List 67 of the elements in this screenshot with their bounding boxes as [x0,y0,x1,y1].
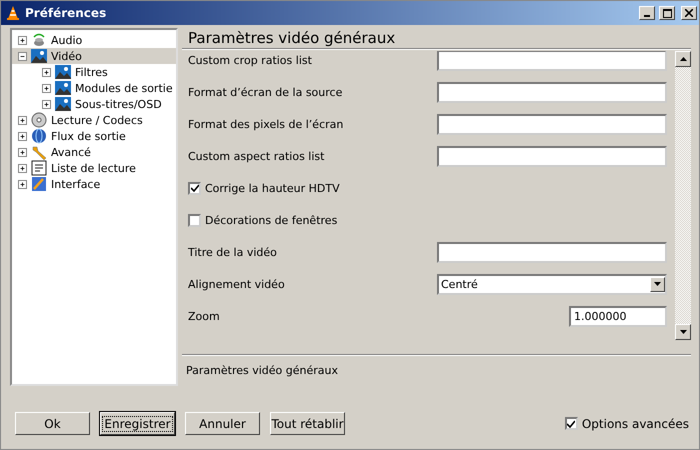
tree-item[interactable]: Avancé [12,144,176,160]
expand-icon[interactable] [18,132,27,140]
checkbox[interactable] [188,182,201,194]
dropdown[interactable]: Centré [437,274,667,294]
list-icon [31,160,47,176]
dialog-button[interactable]: Annuler [185,412,260,435]
expand-icon[interactable] [42,84,51,92]
tree-item[interactable]: Sous-titres/OSD [12,96,176,112]
dialog-button[interactable]: Enregistrer [100,412,175,435]
dialog-button[interactable]: Ok [15,412,90,435]
dialog-button[interactable]: Tout rétablir [270,412,345,435]
landscape-icon [55,64,71,80]
expand-icon[interactable] [18,180,27,188]
pencil-icon [31,176,47,192]
tree-item[interactable]: Filtres [12,64,176,80]
setting-label: Alignement vidéo [188,278,286,290]
caret-icon [654,282,661,286]
down-arrow-icon[interactable] [680,330,686,334]
number-field[interactable]: 1.000000 [569,306,667,326]
description-text: Paramètres vidéo généraux [186,364,338,377]
tree-item[interactable]: Vidéo [12,48,176,64]
landscape-icon [55,80,71,96]
expand-icon[interactable] [18,36,27,44]
minimize-button[interactable] [639,6,655,20]
checkbox-label: Options avancées [582,416,689,430]
speaker-icon [31,32,47,48]
input-field[interactable] [437,114,667,134]
window-title: Préférences [25,6,108,20]
expand-icon[interactable] [18,164,27,172]
close-icon [685,9,693,17]
tree-item[interactable]: Lecture / Codecs [12,112,176,128]
globe-icon [31,128,47,144]
expand-icon[interactable] [18,148,27,156]
tree-item[interactable]: Liste de lecture [12,160,176,176]
input-field[interactable] [437,146,667,166]
tree-item[interactable]: Interface [12,176,176,192]
input-field[interactable] [437,51,667,70]
tree-item[interactable]: Audio [12,32,176,48]
checkbox-label: Corrige la hauteur HDTV [205,182,341,194]
up-arrow-icon[interactable] [680,57,686,61]
cone-icon [5,5,21,21]
expand-icon[interactable] [42,100,51,108]
setting-label: Format des pixels de l’écran [188,118,344,130]
input-field[interactable] [437,82,667,102]
wrench-icon [31,144,47,160]
expand-icon[interactable] [42,68,51,76]
landscape-icon [55,96,71,112]
setting-label: Custom aspect ratios list [188,150,326,162]
input-field[interactable] [437,242,667,262]
setting-label: Zoom [188,310,221,322]
scrollbar[interactable] [675,51,691,340]
panel-title: Paramètres vidéo généraux [182,28,691,49]
tree-item[interactable]: Modules de sortie [12,80,176,96]
setting-label: Format d’écran de la source [188,86,344,98]
setting-label: Titre de la vidéo [188,246,278,258]
expand-icon[interactable] [18,116,27,124]
collapse-icon[interactable] [18,52,27,60]
tree-item[interactable]: Flux de sortie [12,128,176,144]
disc-icon [31,112,47,128]
maximize-icon [662,8,672,18]
checkbox[interactable] [564,417,578,430]
close-button[interactable] [681,6,697,20]
maximize-button[interactable] [659,6,675,20]
setting-label: Custom crop ratios list [188,54,313,66]
checkbox[interactable] [188,214,201,226]
landscape-icon [31,48,47,64]
checkbox-label: Décorations de fenêtres [205,214,338,226]
